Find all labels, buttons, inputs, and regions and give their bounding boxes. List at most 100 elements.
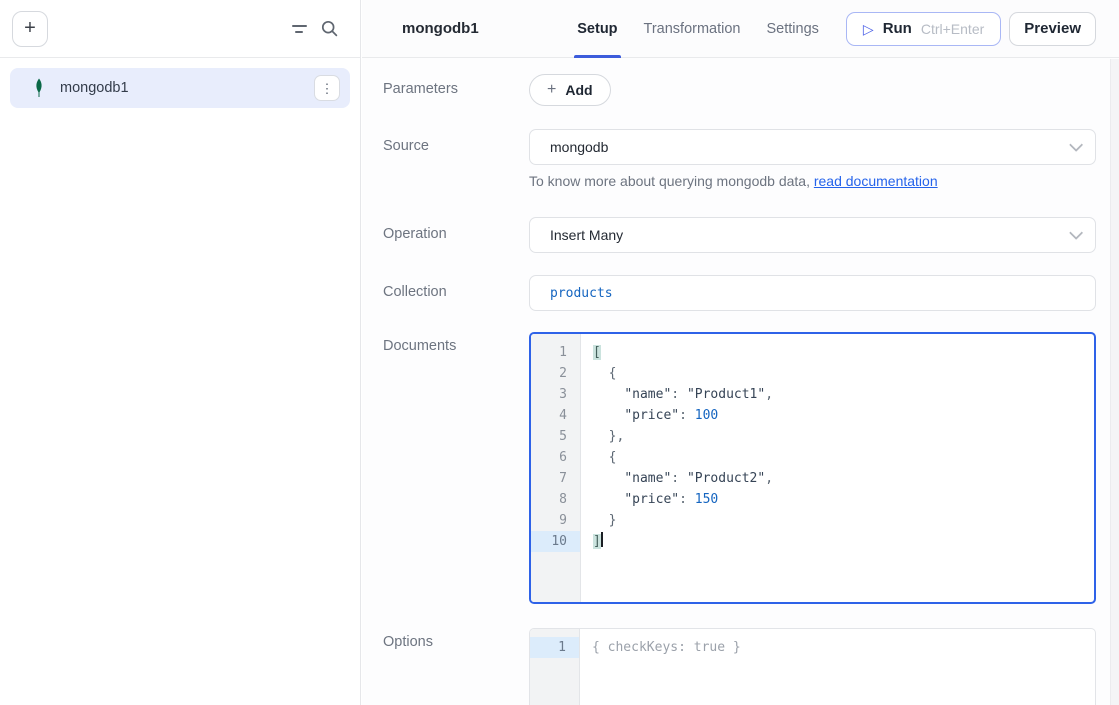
gutter-line-number: 3 bbox=[531, 384, 580, 405]
code-token: 150 bbox=[695, 492, 718, 507]
preview-button[interactable]: Preview bbox=[1009, 12, 1096, 46]
source-helper-text: To know more about querying mongodb data… bbox=[529, 173, 1096, 189]
code-line: "price": 150 bbox=[593, 489, 1094, 510]
new-query-button[interactable]: + bbox=[12, 11, 48, 47]
documents-code-editor[interactable]: 12345678910 [ { "name": "Product1", "pri… bbox=[529, 332, 1096, 604]
options-code-editor[interactable]: 1 { checkKeys: true } bbox=[529, 628, 1096, 705]
code-token: } bbox=[593, 513, 616, 528]
source-label: Source bbox=[383, 129, 529, 189]
filter-button[interactable] bbox=[284, 14, 314, 44]
tab-setup[interactable]: Setup bbox=[564, 0, 630, 58]
plus-icon: + bbox=[24, 17, 36, 40]
plus-icon: + bbox=[547, 82, 556, 98]
code-line: [ bbox=[593, 342, 1094, 363]
code-line: "price": 100 bbox=[593, 405, 1094, 426]
code-token: ] bbox=[593, 534, 601, 549]
code-token: "name" bbox=[624, 387, 671, 402]
code-token: "price" bbox=[624, 408, 679, 423]
code-token: 100 bbox=[695, 408, 718, 423]
play-icon: ▷ bbox=[863, 22, 874, 36]
code-token: : bbox=[679, 408, 695, 423]
entity-explorer-sidebar: + mongodb1 ⋮ bbox=[0, 0, 361, 705]
sidebar-item-mongodb1[interactable]: mongodb1 ⋮ bbox=[10, 68, 350, 108]
options-label: Options bbox=[383, 628, 529, 705]
documents-row: Documents 12345678910 [ { "name": "Produ… bbox=[383, 332, 1096, 604]
gutter-line-number: 10 bbox=[531, 531, 580, 552]
code-line: "name": "Product2", bbox=[593, 468, 1094, 489]
gutter-line-number: 8 bbox=[531, 489, 580, 510]
code-token: }, bbox=[593, 429, 624, 444]
context-menu-button[interactable]: ⋮ bbox=[314, 75, 340, 101]
source-select[interactable]: mongodb bbox=[529, 129, 1096, 165]
options-placeholder: { checkKeys: true } bbox=[592, 637, 1095, 658]
code-token bbox=[593, 408, 624, 423]
read-documentation-link[interactable]: read documentation bbox=[814, 173, 938, 189]
gutter-line-number: 1 bbox=[531, 342, 580, 363]
tab-settings[interactable]: Settings bbox=[754, 0, 832, 58]
run-label: Run bbox=[883, 20, 912, 37]
code-token: : bbox=[679, 492, 695, 507]
code-token: : bbox=[671, 387, 687, 402]
gutter-line-number: 6 bbox=[531, 447, 580, 468]
code-token: "price" bbox=[624, 492, 679, 507]
add-parameter-button[interactable]: + Add bbox=[529, 74, 611, 106]
active-tab-underline bbox=[574, 55, 620, 58]
operation-row: Operation Insert Many bbox=[383, 217, 1096, 253]
code-token bbox=[593, 387, 624, 402]
collection-input[interactable] bbox=[529, 275, 1096, 311]
source-value: mongodb bbox=[550, 139, 1069, 155]
operation-select[interactable]: Insert Many bbox=[529, 217, 1096, 253]
mongodb-leaf-icon bbox=[32, 78, 46, 98]
code-token: "name" bbox=[624, 471, 671, 486]
source-row: Source mongodb To know more about queryi… bbox=[383, 129, 1096, 189]
tab-label: Setup bbox=[577, 21, 617, 37]
options-code-area[interactable]: { checkKeys: true } bbox=[580, 629, 1095, 705]
code-token: [ bbox=[593, 345, 601, 360]
code-line: ] bbox=[593, 531, 1094, 552]
code-line: { bbox=[593, 363, 1094, 384]
options-row: Options 1 { checkKeys: true } bbox=[383, 628, 1096, 705]
query-editor-header: mongodb1 Setup Transformation Settings ▷ R… bbox=[362, 0, 1119, 58]
parameters-label: Parameters bbox=[383, 74, 529, 106]
chevron-down-icon bbox=[1069, 226, 1083, 240]
code-token bbox=[593, 471, 624, 486]
search-icon bbox=[321, 20, 338, 37]
tab-label: Settings bbox=[767, 21, 819, 37]
code-token bbox=[593, 492, 624, 507]
operation-label: Operation bbox=[383, 217, 529, 253]
sidebar-header: + bbox=[0, 0, 360, 58]
operation-value: Insert Many bbox=[550, 227, 1069, 243]
editor-tabs: Setup Transformation Settings bbox=[564, 0, 832, 58]
code-token: "Product2" bbox=[687, 471, 765, 486]
code-token: , bbox=[765, 471, 773, 486]
code-line: "name": "Product1", bbox=[593, 384, 1094, 405]
chevron-down-icon bbox=[1069, 138, 1083, 152]
gutter-line-number: 5 bbox=[531, 426, 580, 447]
code-token: { bbox=[593, 366, 616, 381]
code-token: : bbox=[671, 471, 687, 486]
query-title: mongodb1 bbox=[402, 20, 479, 37]
tab-transformation[interactable]: Transformation bbox=[631, 0, 754, 58]
query-list: mongodb1 ⋮ bbox=[0, 58, 360, 118]
scrollbar[interactable] bbox=[1110, 59, 1119, 705]
documents-gutter: 12345678910 bbox=[531, 334, 581, 602]
filter-icon bbox=[292, 25, 307, 33]
sidebar-item-label: mongodb1 bbox=[60, 80, 314, 96]
code-line: }, bbox=[593, 426, 1094, 447]
code-line: } bbox=[593, 510, 1094, 531]
gutter-line-number: 9 bbox=[531, 510, 580, 531]
run-button[interactable]: ▷ Run Ctrl+Enter bbox=[846, 12, 1001, 46]
options-gutter: 1 bbox=[530, 629, 580, 705]
code-token: "Product1" bbox=[687, 387, 765, 402]
gutter-line-number: 2 bbox=[531, 363, 580, 384]
code-line: { bbox=[593, 447, 1094, 468]
gutter-line-number: 4 bbox=[531, 405, 580, 426]
documents-code-area[interactable]: [ { "name": "Product1", "price": 100 }, … bbox=[581, 334, 1094, 602]
parameters-row: Parameters + Add bbox=[383, 74, 1096, 106]
query-form: Parameters + Add Source mongodb To know … bbox=[362, 58, 1119, 705]
documents-label: Documents bbox=[383, 332, 529, 604]
search-button[interactable] bbox=[314, 14, 344, 44]
text-cursor bbox=[601, 532, 603, 547]
collection-label: Collection bbox=[383, 275, 529, 311]
kebab-icon: ⋮ bbox=[321, 82, 334, 95]
